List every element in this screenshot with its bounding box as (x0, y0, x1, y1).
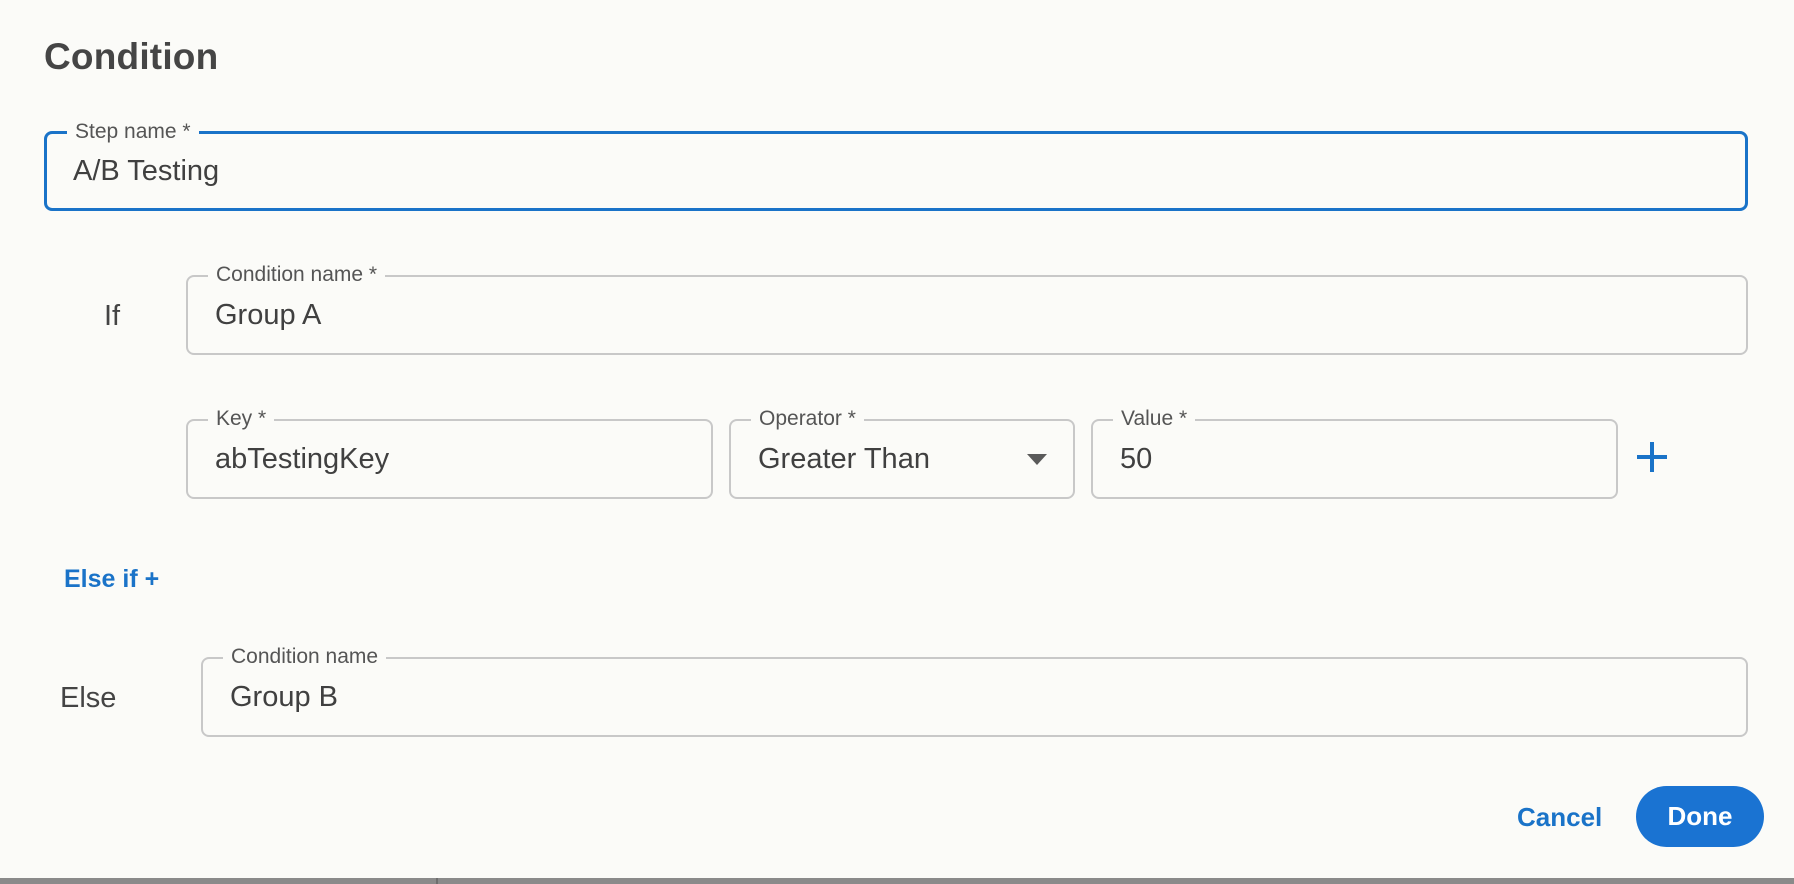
condition-dialog: Condition Step name * A/B Testing If Con… (0, 0, 1794, 878)
plus-icon[interactable] (1636, 441, 1668, 473)
operator-value[interactable]: Greater Than (758, 421, 930, 497)
else-if-link[interactable]: Else if + (64, 565, 159, 594)
else-condition-name-value[interactable]: Group B (230, 659, 338, 735)
done-button[interactable]: Done (1636, 786, 1764, 847)
if-condition-name-value[interactable]: Group A (215, 277, 321, 353)
value-value[interactable]: 50 (1120, 421, 1152, 497)
dialog-title: Condition (44, 36, 219, 77)
operator-select[interactable]: Operator * Greater Than (729, 407, 1075, 499)
chevron-down-icon[interactable] (1027, 454, 1047, 465)
if-label: If (104, 300, 121, 332)
key-value[interactable]: abTestingKey (215, 421, 389, 497)
if-condition-name-field[interactable]: Condition name * Group A (186, 263, 1748, 355)
background-divider (436, 878, 438, 884)
cancel-button[interactable]: Cancel (1517, 802, 1602, 833)
else-label: Else (60, 682, 117, 714)
background-strip (0, 878, 1794, 884)
step-name-field[interactable]: Step name * A/B Testing (44, 120, 1748, 211)
else-condition-name-field[interactable]: Condition name Group B (201, 645, 1748, 737)
value-field[interactable]: Value * 50 (1091, 407, 1618, 499)
step-name-value[interactable]: A/B Testing (73, 134, 219, 208)
key-field[interactable]: Key * abTestingKey (186, 407, 713, 499)
